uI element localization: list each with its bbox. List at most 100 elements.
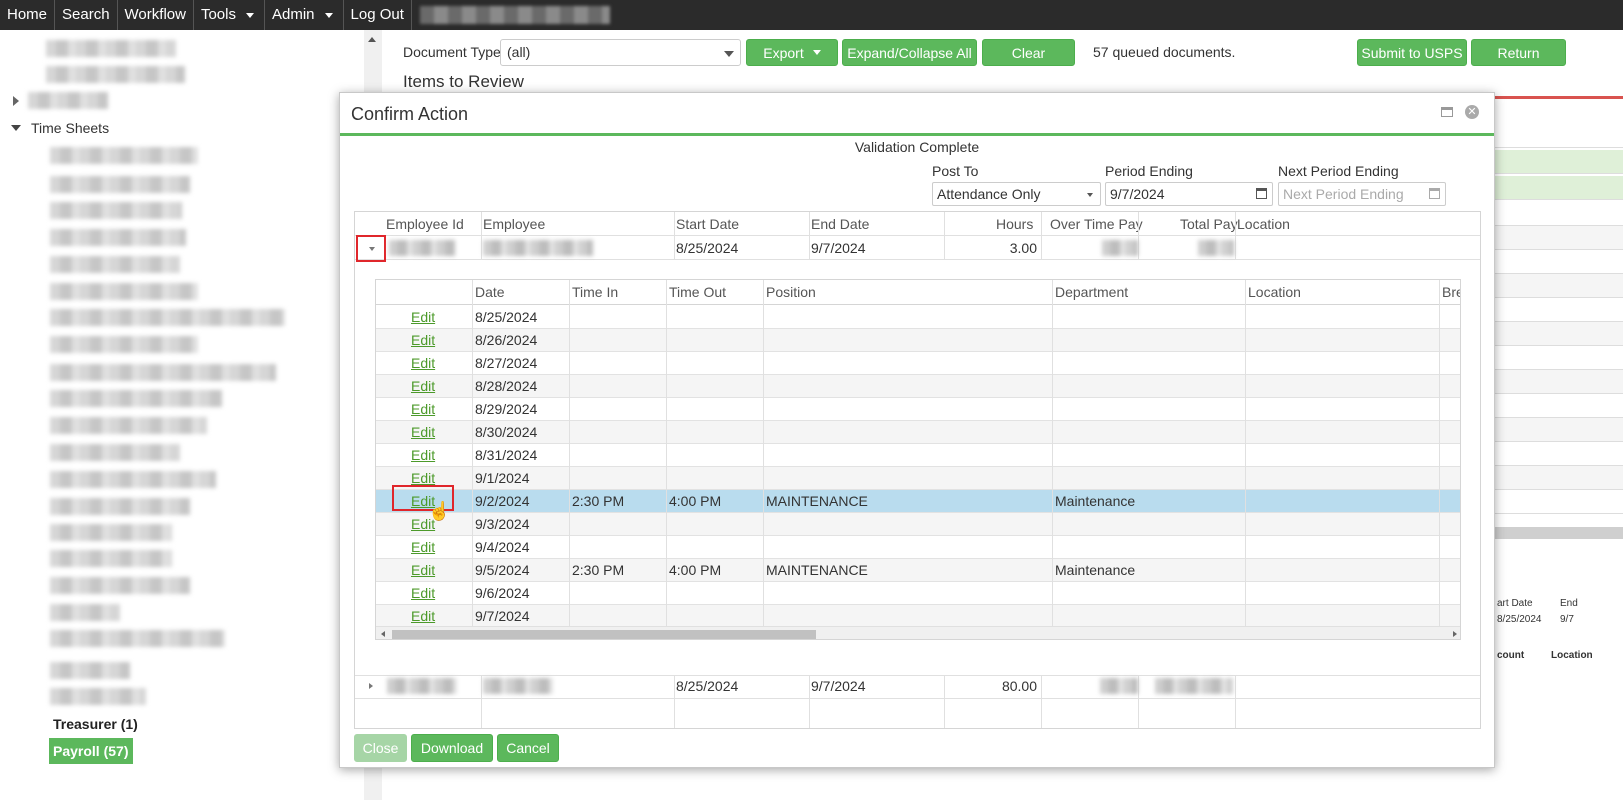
document-type-select[interactable]: (all) bbox=[500, 39, 741, 66]
table-row[interactable]: Edit 9/6/2024 bbox=[376, 582, 1460, 605]
col-header-date[interactable]: Date bbox=[475, 284, 505, 300]
table-row[interactable]: Edit 8/31/2024 bbox=[376, 444, 1460, 467]
nav-search[interactable]: Search bbox=[55, 0, 118, 30]
calendar-icon[interactable] bbox=[1429, 188, 1440, 199]
maximize-icon[interactable] bbox=[1441, 107, 1453, 117]
redacted-item[interactable] bbox=[50, 364, 276, 381]
nav-home[interactable]: Home bbox=[0, 0, 56, 30]
col-header-location[interactable]: Location bbox=[1248, 284, 1301, 300]
cancel-button[interactable]: Cancel bbox=[497, 734, 559, 762]
calendar-icon[interactable] bbox=[1256, 188, 1267, 199]
col-header-location[interactable]: Location bbox=[1237, 216, 1290, 232]
validation-status: Validation Complete bbox=[854, 139, 980, 155]
table-row[interactable]: Edit 8/26/2024 bbox=[376, 329, 1460, 352]
redacted-item[interactable] bbox=[50, 471, 216, 488]
redacted-item bbox=[46, 66, 185, 83]
redacted-item[interactable] bbox=[50, 147, 198, 164]
edit-link[interactable]: Edit bbox=[411, 332, 435, 348]
nav-workflow[interactable]: Workflow bbox=[118, 0, 194, 30]
redacted-item[interactable] bbox=[50, 256, 180, 273]
col-header-break[interactable]: Bre bbox=[1442, 284, 1460, 300]
table-row[interactable]: Edit 8/27/2024 bbox=[376, 352, 1460, 375]
redacted-item[interactable] bbox=[50, 550, 172, 567]
col-header-overtime-pay[interactable]: Over Time Pay bbox=[1050, 216, 1143, 232]
redacted-item[interactable] bbox=[50, 229, 186, 246]
download-button[interactable]: Download bbox=[411, 734, 493, 762]
edit-link[interactable]: Edit bbox=[411, 585, 435, 601]
table-row[interactable]: Edit 8/30/2024 bbox=[376, 421, 1460, 444]
collapse-arrow-icon[interactable] bbox=[11, 125, 21, 131]
table-row[interactable]: Edit 8/25/2024 bbox=[376, 306, 1460, 329]
table-row[interactable]: Edit 9/4/2024 bbox=[376, 536, 1460, 559]
redacted-item[interactable] bbox=[50, 417, 207, 434]
table-row[interactable]: Edit 8/28/2024 bbox=[376, 375, 1460, 398]
edit-link[interactable]: Edit bbox=[411, 447, 435, 463]
scroll-up-icon[interactable] bbox=[368, 37, 376, 42]
table-row[interactable]: Edit 9/7/2024 bbox=[376, 605, 1460, 628]
redacted-item[interactable] bbox=[50, 630, 225, 647]
expand-arrow-icon[interactable] bbox=[13, 96, 19, 106]
scroll-left-icon[interactable] bbox=[381, 631, 385, 637]
sidebar-item-payroll[interactable]: Payroll (57) bbox=[49, 738, 133, 764]
chevron-right-icon[interactable] bbox=[369, 683, 373, 689]
nav-logout[interactable]: Log Out bbox=[344, 0, 412, 30]
nav-tools[interactable]: Tools bbox=[194, 0, 265, 30]
row-expand-toggle[interactable] bbox=[356, 235, 386, 262]
redacted-item[interactable] bbox=[50, 390, 222, 407]
col-header-end-date[interactable]: End Date bbox=[811, 216, 869, 232]
redacted-item[interactable] bbox=[50, 309, 285, 326]
period-ending-input[interactable]: 9/7/2024 bbox=[1105, 182, 1273, 206]
col-header-total-pay[interactable]: Total Pay bbox=[1180, 216, 1238, 232]
cell-date: 8/30/2024 bbox=[475, 424, 538, 440]
edit-link[interactable]: Edit bbox=[411, 608, 435, 624]
redacted-item[interactable] bbox=[50, 662, 130, 679]
next-period-ending-input[interactable]: Next Period Ending bbox=[1278, 182, 1446, 206]
sidebar-item-treasurer[interactable]: Treasurer (1) bbox=[53, 716, 138, 732]
table-row[interactable]: Edit 8/29/2024 bbox=[376, 398, 1460, 421]
close-button[interactable]: Close bbox=[354, 734, 407, 762]
col-header-position[interactable]: Position bbox=[766, 284, 816, 300]
table-row[interactable]: Edit 9/3/2024 bbox=[376, 513, 1460, 536]
edit-link[interactable]: Edit bbox=[411, 401, 435, 417]
redacted-item[interactable] bbox=[50, 444, 180, 461]
close-icon[interactable]: ✕ bbox=[1465, 105, 1479, 119]
redacted-item[interactable] bbox=[50, 202, 182, 219]
submit-usps-button[interactable]: Submit to USPS bbox=[1357, 39, 1467, 66]
horizontal-scrollbar[interactable] bbox=[376, 626, 1460, 639]
col-header-employee[interactable]: Employee bbox=[483, 216, 545, 232]
tree-time-sheets[interactable]: Time Sheets bbox=[31, 120, 109, 136]
redacted-item[interactable] bbox=[50, 498, 190, 515]
edit-link[interactable]: Edit bbox=[411, 539, 435, 555]
export-button[interactable]: Export bbox=[746, 39, 838, 66]
redacted-item[interactable] bbox=[50, 577, 190, 594]
redacted-item[interactable] bbox=[50, 283, 198, 300]
redacted-item[interactable] bbox=[50, 688, 146, 705]
post-to-select[interactable]: Attendance Only bbox=[932, 182, 1101, 206]
col-header-time-in[interactable]: Time In bbox=[572, 284, 618, 300]
redacted-item[interactable] bbox=[50, 604, 120, 621]
edit-link[interactable]: Edit bbox=[411, 378, 435, 394]
expand-collapse-button[interactable]: Expand/Collapse All bbox=[842, 39, 977, 66]
col-header-time-out[interactable]: Time Out bbox=[669, 284, 726, 300]
edit-link[interactable]: Edit bbox=[411, 562, 435, 578]
table-row[interactable]: Edit 9/2/2024 2:30 PM 4:00 PM MAINTENANCE Mai… bbox=[376, 490, 1460, 513]
scroll-right-icon[interactable] bbox=[1453, 631, 1457, 637]
col-header-department[interactable]: Department bbox=[1055, 284, 1128, 300]
col-header-employee-id[interactable]: Employee Id bbox=[386, 216, 464, 232]
edit-link[interactable]: Edit bbox=[411, 309, 435, 325]
col-header-start-date[interactable]: Start Date bbox=[676, 216, 739, 232]
scrollbar-thumb[interactable] bbox=[392, 630, 816, 639]
edit-link[interactable]: Edit bbox=[411, 424, 435, 440]
clear-button[interactable]: Clear bbox=[982, 39, 1075, 66]
nav-admin[interactable]: Admin bbox=[265, 0, 344, 30]
col-header-hours[interactable]: Hours bbox=[996, 216, 1033, 232]
redacted-item[interactable] bbox=[50, 524, 172, 541]
return-button[interactable]: Return bbox=[1471, 39, 1566, 66]
edit-link[interactable]: Edit bbox=[411, 355, 435, 371]
table-row[interactable]: Edit 9/1/2024 bbox=[376, 467, 1460, 490]
redacted-item[interactable] bbox=[50, 336, 198, 353]
redacted-folder[interactable] bbox=[28, 92, 108, 109]
edit-link[interactable]: Edit bbox=[411, 470, 435, 486]
table-row[interactable]: Edit 9/5/2024 2:30 PM 4:00 PM MAINTENANCE Mai… bbox=[376, 559, 1460, 582]
redacted-item[interactable] bbox=[50, 176, 190, 193]
